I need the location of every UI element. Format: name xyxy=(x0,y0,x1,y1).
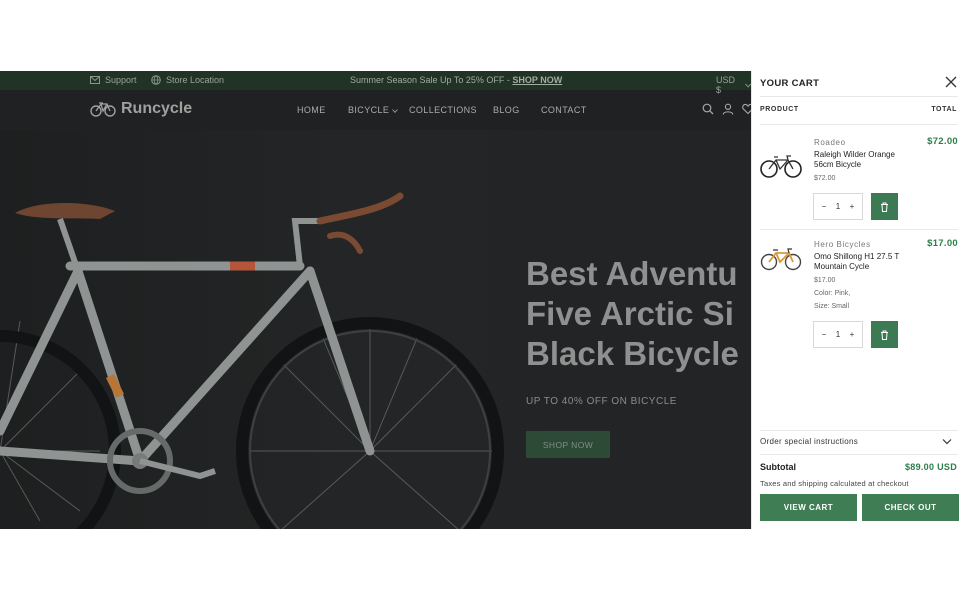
column-total: TOTAL xyxy=(931,106,957,113)
product-vendor: Roadeo xyxy=(814,138,846,147)
cart-line-item: Hero Bicycles Omo Shillong H1 27.5 T Mou… xyxy=(760,238,958,360)
hero-title: Best Adventu Five Arctic Si Black Bicycl… xyxy=(526,254,751,374)
divider xyxy=(760,229,958,230)
quantity-stepper: − 1 + xyxy=(813,193,863,220)
hero-title-line: Best Adventu xyxy=(526,255,738,292)
nav-bicycle-label: BICYCLE xyxy=(348,105,390,115)
product-unit-price: $72.00 xyxy=(814,175,836,182)
divider xyxy=(760,96,958,97)
logo-text: Runcycle xyxy=(121,100,193,117)
line-total: $17.00 xyxy=(927,238,958,249)
hero-subtitle: UP TO 40% OFF ON BICYCLE xyxy=(526,396,677,407)
store-location-link[interactable]: Store Location xyxy=(151,75,224,85)
support-link[interactable]: Support xyxy=(90,75,137,85)
divider xyxy=(760,454,958,455)
wishlist-heart-icon[interactable] xyxy=(742,103,751,115)
product-name-link[interactable]: Omo Shillong H1 27.5 T Mountain Cycle xyxy=(814,252,914,272)
trash-icon xyxy=(881,330,888,340)
quantity-stepper: − 1 + xyxy=(813,321,863,348)
product-option: Color: Pink, xyxy=(814,290,851,297)
divider xyxy=(760,430,958,431)
product-thumbnail[interactable] xyxy=(760,244,802,272)
tax-note: Taxes and shipping calculated at checkou… xyxy=(760,479,909,488)
promo-text: Summer Season Sale Up To 25% OFF - xyxy=(350,75,513,85)
promo-message: Summer Season Sale Up To 25% OFF - SHOP … xyxy=(350,75,562,85)
plus-button[interactable]: + xyxy=(847,202,857,211)
promo-shop-now-link[interactable]: SHOP NOW xyxy=(512,75,562,85)
column-product: PRODUCT xyxy=(760,106,799,113)
mail-icon xyxy=(90,76,100,84)
product-unit-price: $17.00 xyxy=(814,277,836,284)
product-name-link[interactable]: Raleigh Wilder Orange 56cm Bicycle xyxy=(814,150,914,170)
cart-line-item: Roadeo Raleigh Wilder Orange 56cm Bicycl… xyxy=(760,136,958,233)
plus-button[interactable]: + xyxy=(847,330,857,339)
hero-shop-now-button[interactable]: SHOP NOW xyxy=(526,431,610,458)
product-option: Size: Small xyxy=(814,303,850,310)
quantity-input[interactable]: 1 xyxy=(833,330,843,339)
store-location-label: Store Location xyxy=(166,75,225,85)
announcement-bar: Support Store Location Summer Season Sal… xyxy=(0,71,751,95)
nav-home[interactable]: HOME xyxy=(297,105,326,115)
hero-title-line: Black Bicycle xyxy=(526,335,739,372)
remove-item-button[interactable] xyxy=(871,321,898,348)
page: Support Store Location Summer Season Sal… xyxy=(0,0,965,600)
account-icon[interactable] xyxy=(722,103,734,115)
nav-blog[interactable]: BLOG xyxy=(493,105,520,115)
logo[interactable]: Runcycle xyxy=(90,100,192,118)
view-cart-button[interactable]: VIEW CART xyxy=(760,494,857,521)
line-total: $72.00 xyxy=(927,136,958,147)
site-header: Runcycle HOME BICYCLE COLLECTIONS BLOG C… xyxy=(0,90,751,130)
checkout-button[interactable]: CHECK OUT xyxy=(862,494,959,521)
remove-item-button[interactable] xyxy=(871,193,898,220)
order-instructions-toggle[interactable]: Order special instructions xyxy=(760,437,858,446)
close-icon[interactable] xyxy=(945,76,957,88)
trash-icon xyxy=(881,202,888,212)
globe-icon xyxy=(151,75,161,85)
storefront-overlay[interactable]: Support Store Location Summer Season Sal… xyxy=(0,71,751,529)
chevron-down-icon xyxy=(392,109,399,113)
minus-button[interactable]: − xyxy=(819,330,829,339)
product-thumbnail[interactable] xyxy=(760,152,802,180)
cart-drawer: YOUR CART PRODUCT TOTAL Roadeo Raleigh W… xyxy=(751,71,965,529)
nav-bicycle[interactable]: BICYCLE xyxy=(348,105,399,115)
hero-title-line: Five Arctic Si xyxy=(526,295,734,332)
nav-contact[interactable]: CONTACT xyxy=(541,105,587,115)
bicycle-logo-icon xyxy=(90,102,116,117)
product-vendor: Hero Bicycles xyxy=(814,240,871,249)
hero-bicycle-image xyxy=(0,192,504,529)
cart-title: YOUR CART xyxy=(760,78,820,89)
quantity-input[interactable]: 1 xyxy=(833,202,843,211)
subtotal-value: $89.00 USD xyxy=(904,462,957,472)
search-icon[interactable] xyxy=(702,103,714,115)
nav-collections[interactable]: COLLECTIONS xyxy=(409,105,477,115)
subtotal-label: Subtotal xyxy=(760,462,796,472)
divider xyxy=(760,124,958,125)
chevron-down-icon[interactable] xyxy=(942,438,952,446)
minus-button[interactable]: − xyxy=(819,202,829,211)
support-label: Support xyxy=(105,75,137,85)
